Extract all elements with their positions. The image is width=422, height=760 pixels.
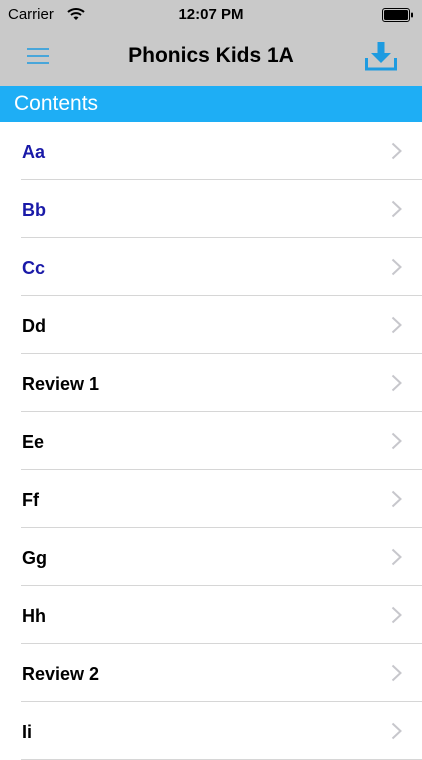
list-item[interactable]: Review 1 [0,354,422,412]
section-header: Contents [0,86,422,122]
status-bar: Carrier 12:07 PM [0,0,422,30]
list-item-label: Aa [22,142,46,162]
nav-bar: Phonics Kids 1A [0,30,422,86]
chevron-right-icon [391,432,402,450]
list-item[interactable]: Gg [0,528,422,586]
chevron-right-icon [391,548,402,566]
list-item[interactable]: Review 2 [0,644,422,702]
list-item[interactable]: Ff [0,470,422,528]
chevron-right-icon [391,258,402,276]
page-title: Phonics Kids 1A [128,44,294,67]
list-item-label: Gg [22,548,47,568]
list-item-label: Hh [22,606,46,626]
chevron-right-icon [391,490,402,508]
list-item-label: Ee [22,432,45,452]
list-item[interactable]: Aa [0,122,422,180]
download-icon[interactable] [364,40,398,72]
list-item-label: Ii [22,722,33,742]
chevron-right-icon [391,316,402,334]
chevron-right-icon [391,142,402,160]
chevron-right-icon [391,664,402,682]
chevron-right-icon [391,606,402,624]
list-item-label: Dd [22,316,46,336]
battery-icon [382,8,413,22]
list-item[interactable]: Ee [0,412,422,470]
list-item[interactable]: Cc [0,238,422,296]
list-item-label: Review 2 [22,664,100,684]
list-item[interactable]: Dd [0,296,422,354]
section-title: Contents [14,92,99,115]
list-item[interactable]: Ii [0,702,422,760]
chevron-right-icon [391,722,402,740]
contents-list: Aa Bb Cc Dd Review 1 Ee Ff Gg Hh Review 2 Ii [0,122,422,760]
chevron-right-icon [391,374,402,392]
list-item-label: Cc [22,258,46,278]
list-item-label: Bb [22,200,46,220]
list-item[interactable]: Bb [0,180,422,238]
list-item[interactable]: Hh [0,586,422,644]
list-item-label: Review 1 [22,374,100,394]
status-time: 12:07 PM [178,6,244,23]
list-item-label: Ff [22,490,39,510]
chevron-right-icon [391,200,402,218]
